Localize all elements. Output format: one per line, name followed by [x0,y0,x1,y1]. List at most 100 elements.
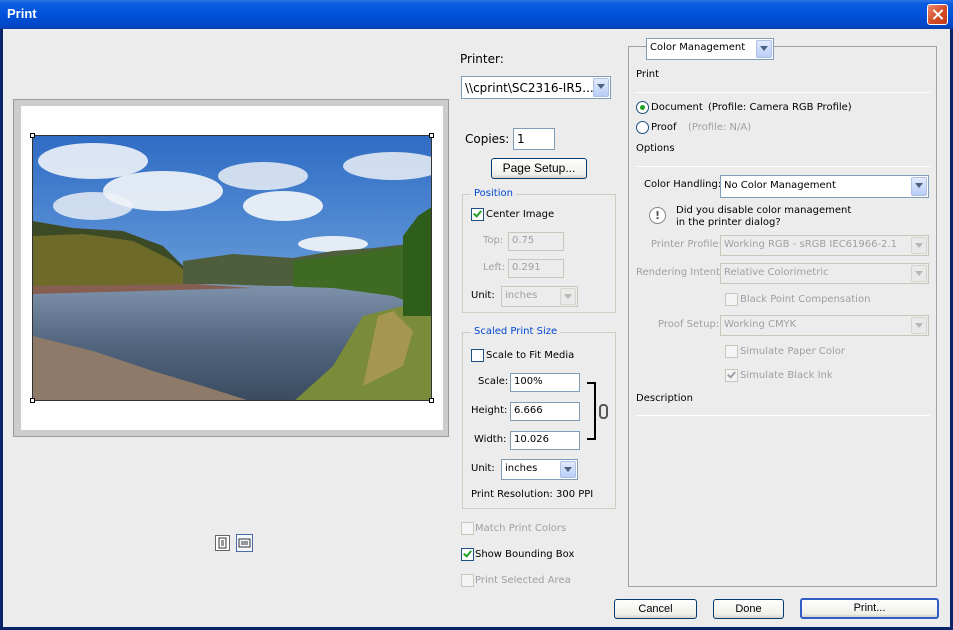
info-icon: ! [649,207,666,224]
color-handling-label: Color Handling: [644,179,722,190]
printer-label: Printer: [460,52,504,66]
print-selected-area-label: Print Selected Area [475,575,571,586]
printer-select[interactable]: \\cprint\SC2316-IR5... [461,76,611,99]
left-label: Left: [483,262,506,273]
cancel-button[interactable]: Cancel [614,599,697,619]
proof-setup-value: Working CMYK [724,319,797,330]
description-section-heading: Description [636,393,693,404]
scale-input[interactable]: 100% [510,373,580,392]
proof-setup-label: Proof Setup: [658,319,720,330]
divider [636,92,930,93]
scaled-unit-select[interactable]: inches [501,459,578,480]
checkmark-icon [463,548,472,558]
chevron-down-icon[interactable] [756,40,772,58]
scaled-print-size-title: Scaled Print Size [471,326,561,337]
black-point-label: Black Point Compensation [740,294,871,305]
bounding-box-handle[interactable] [429,398,434,403]
window-title: Print [7,6,37,21]
proof-label: Proof [651,122,677,133]
preview-image[interactable] [32,135,432,401]
scaled-unit-value: inches [505,463,538,474]
close-icon[interactable] [927,4,948,25]
print-dialog: Print Printer: \\cprint\SC2316-IR5... Co… [0,0,953,630]
document-profile: (Profile: Camera RGB Profile) [708,102,852,113]
top-label: Top: [483,235,504,246]
document-radio[interactable] [636,101,649,114]
proof-setup-select[interactable]: Working CMYK [720,315,929,336]
title-bar[interactable]: Print [0,0,953,29]
print-preview [13,99,449,437]
position-group-title: Position [471,188,516,199]
chevron-down-icon[interactable] [560,461,576,478]
simulate-paper-label: Simulate Paper Color [740,346,845,357]
chevron-down-icon[interactable] [911,177,927,196]
warning-line-2: in the printer dialog? [676,217,781,228]
chevron-down-icon[interactable] [911,265,927,282]
height-label: Height: [471,405,508,416]
proof-radio[interactable] [636,121,649,134]
checkmark-icon [473,208,482,218]
black-point-checkbox[interactable] [725,293,738,306]
bounding-box-handle[interactable] [429,133,434,138]
scaled-print-size-group: Scaled Print Size Scale to Fit Media Sca… [462,326,616,509]
print-resolution: Print Resolution: 300 PPI [471,489,594,500]
page-setup-button[interactable]: Page Setup... [491,158,587,179]
position-unit-select[interactable]: inches [501,286,578,307]
landscape-photo [33,136,431,400]
divider [636,415,930,416]
bounding-box-handle[interactable] [30,133,35,138]
center-image-checkbox[interactable] [471,208,484,221]
divider [636,166,930,167]
printer-profile-select[interactable]: Working RGB - sRGB IEC61966-2.1 [720,235,929,256]
scale-label: Scale: [478,376,509,387]
rendering-intent-select[interactable]: Relative Colorimetric [720,263,929,284]
show-bounding-box-label: Show Bounding Box [475,549,575,560]
position-group: Position Center Image Top: 0.75 Left: 0.… [462,188,616,313]
printer-select-value: \\cprint\SC2316-IR5... [465,81,594,95]
position-unit-value: inches [505,290,538,301]
show-bounding-box-checkbox[interactable] [461,548,474,561]
chain-link-icon[interactable] [599,404,608,419]
portrait-orientation-icon[interactable] [215,535,230,551]
chevron-down-icon[interactable] [911,317,927,334]
chevron-down-icon[interactable] [560,288,576,305]
warning-line-1: Did you disable color management [676,205,852,216]
match-print-colors-checkbox[interactable] [461,522,474,535]
document-label: Document [651,102,703,113]
print-selected-area-checkbox[interactable] [461,574,474,587]
chevron-down-icon[interactable] [911,237,927,254]
dialog-body: Printer: \\cprint\SC2316-IR5... Copies: … [3,29,950,627]
options-section-heading: Options [636,143,675,154]
top-input[interactable]: 0.75 [508,232,564,251]
copies-input[interactable]: 1 [513,128,555,150]
constrain-bracket [587,382,596,440]
simulate-paper-checkbox[interactable] [725,345,738,358]
color-handling-select[interactable]: No Color Management [720,175,929,198]
scale-to-fit-label: Scale to Fit Media [486,350,575,361]
width-label: Width: [474,434,507,445]
bounding-box-handle[interactable] [30,398,35,403]
print-button[interactable]: Print... [800,598,939,619]
simulate-ink-checkbox[interactable] [725,369,738,382]
height-input[interactable]: 6.666 [510,402,580,421]
scale-to-fit-checkbox[interactable] [471,349,484,362]
printer-profile-label: Printer Profile: [651,239,722,250]
proof-profile: (Profile: N/A) [688,122,752,133]
rendering-intent-value: Relative Colorimetric [724,267,829,278]
color-handling-value: No Color Management [724,180,836,191]
center-image-label: Center Image [486,209,555,220]
radio-selected-dot [640,105,645,110]
chevron-down-icon[interactable] [593,78,609,97]
checkmark-icon [727,369,736,379]
left-input[interactable]: 0.291 [508,259,564,278]
output-mode-select[interactable]: Color Management [646,38,774,60]
landscape-orientation-icon[interactable] [236,534,253,552]
match-print-colors-label: Match Print Colors [475,523,567,534]
position-unit-label: Unit: [471,290,495,301]
output-mode-value: Color Management [650,42,746,53]
scaled-unit-label: Unit: [471,463,495,474]
rendering-intent-label: Rendering Intent: [636,267,724,278]
width-input[interactable]: 10.026 [510,431,580,450]
done-button[interactable]: Done [713,599,784,619]
preview-paper [21,106,443,430]
